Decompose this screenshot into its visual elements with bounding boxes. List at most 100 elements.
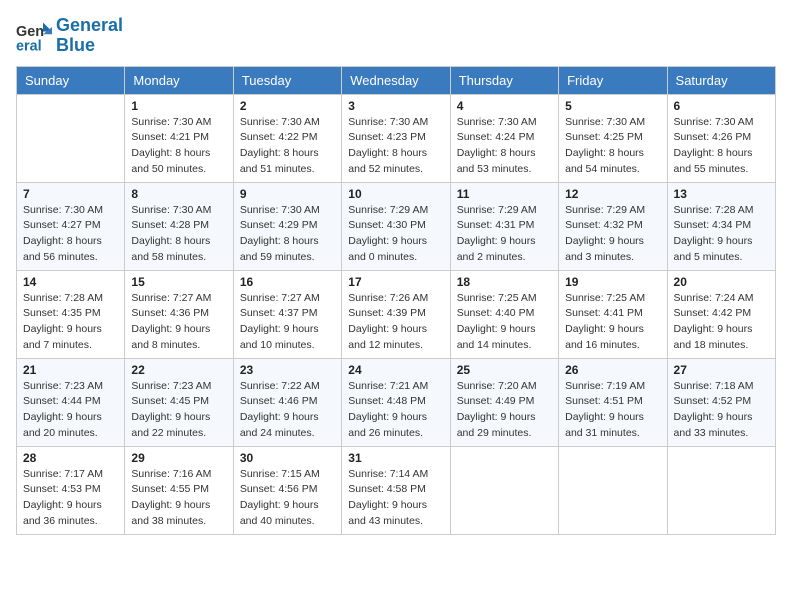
day-number: 8: [131, 187, 226, 201]
day-info: Sunrise: 7:20 AMSunset: 4:49 PMDaylight:…: [457, 379, 552, 442]
logo-icon: Gen eral: [16, 18, 52, 54]
calendar-cell: 19 Sunrise: 7:25 AMSunset: 4:41 PMDayligh…: [559, 270, 667, 358]
day-number: 27: [674, 363, 769, 377]
day-info: Sunrise: 7:28 AMSunset: 4:35 PMDaylight:…: [23, 291, 118, 354]
calendar-cell: 1 Sunrise: 7:30 AMSunset: 4:21 PMDaylight…: [125, 94, 233, 182]
day-number: 5: [565, 99, 660, 113]
day-number: 3: [348, 99, 443, 113]
day-info: Sunrise: 7:30 AMSunset: 4:23 PMDaylight:…: [348, 115, 443, 178]
day-info: Sunrise: 7:23 AMSunset: 4:45 PMDaylight:…: [131, 379, 226, 442]
day-info: Sunrise: 7:22 AMSunset: 4:46 PMDaylight:…: [240, 379, 335, 442]
calendar-week-row: 14 Sunrise: 7:28 AMSunset: 4:35 PMDayligh…: [17, 270, 776, 358]
calendar-week-row: 28 Sunrise: 7:17 AMSunset: 4:53 PMDayligh…: [17, 446, 776, 534]
day-info: Sunrise: 7:30 AMSunset: 4:22 PMDaylight:…: [240, 115, 335, 178]
calendar-cell: 9 Sunrise: 7:30 AMSunset: 4:29 PMDaylight…: [233, 182, 341, 270]
day-info: Sunrise: 7:30 AMSunset: 4:21 PMDaylight:…: [131, 115, 226, 178]
calendar-cell: 10 Sunrise: 7:29 AMSunset: 4:30 PMDayligh…: [342, 182, 450, 270]
weekday-header-monday: Monday: [125, 66, 233, 94]
day-number: 16: [240, 275, 335, 289]
calendar-cell: 14 Sunrise: 7:28 AMSunset: 4:35 PMDayligh…: [17, 270, 125, 358]
calendar-cell: 20 Sunrise: 7:24 AMSunset: 4:42 PMDayligh…: [667, 270, 775, 358]
calendar-table: SundayMondayTuesdayWednesdayThursdayFrid…: [16, 66, 776, 535]
day-info: Sunrise: 7:27 AMSunset: 4:36 PMDaylight:…: [131, 291, 226, 354]
day-info: Sunrise: 7:16 AMSunset: 4:55 PMDaylight:…: [131, 467, 226, 530]
calendar-cell: 28 Sunrise: 7:17 AMSunset: 4:53 PMDayligh…: [17, 446, 125, 534]
svg-text:eral: eral: [16, 38, 42, 54]
day-number: 10: [348, 187, 443, 201]
day-number: 23: [240, 363, 335, 377]
day-info: Sunrise: 7:29 AMSunset: 4:30 PMDaylight:…: [348, 203, 443, 266]
calendar-cell: 24Sunrise: 7:21 AMSunset: 4:48 PMDayligh…: [342, 358, 450, 446]
calendar-cell: 4Sunrise: 7:30 AMSunset: 4:24 PMDaylight…: [450, 94, 558, 182]
day-number: 9: [240, 187, 335, 201]
weekday-header-sunday: Sunday: [17, 66, 125, 94]
day-info: Sunrise: 7:23 AMSunset: 4:44 PMDaylight:…: [23, 379, 118, 442]
calendar-cell: [667, 446, 775, 534]
calendar-cell: 25 Sunrise: 7:20 AMSunset: 4:49 PMDayligh…: [450, 358, 558, 446]
day-number: 18: [457, 275, 552, 289]
day-number: 19: [565, 275, 660, 289]
calendar-cell: 12 Sunrise: 7:29 AMSunset: 4:32 PMDayligh…: [559, 182, 667, 270]
day-number: 13: [674, 187, 769, 201]
day-number: 26: [565, 363, 660, 377]
calendar-cell: [17, 94, 125, 182]
day-info: Sunrise: 7:17 AMSunset: 4:53 PMDaylight:…: [23, 467, 118, 530]
day-info: Sunrise: 7:24 AMSunset: 4:42 PMDaylight:…: [674, 291, 769, 354]
day-info: Sunrise: 7:30 AMSunset: 4:24 PMDaylight:…: [457, 115, 552, 178]
day-info: Sunrise: 7:25 AMSunset: 4:40 PMDaylight:…: [457, 291, 552, 354]
calendar-cell: 27Sunrise: 7:18 AMSunset: 4:52 PMDayligh…: [667, 358, 775, 446]
calendar-cell: 29 Sunrise: 7:16 AMSunset: 4:55 PMDayligh…: [125, 446, 233, 534]
calendar-cell: 2 Sunrise: 7:30 AMSunset: 4:22 PMDaylight…: [233, 94, 341, 182]
calendar-cell: [559, 446, 667, 534]
day-number: 11: [457, 187, 552, 201]
day-info: Sunrise: 7:30 AMSunset: 4:26 PMDaylight:…: [674, 115, 769, 178]
day-number: 20: [674, 275, 769, 289]
calendar-cell: 21 Sunrise: 7:23 AMSunset: 4:44 PMDayligh…: [17, 358, 125, 446]
day-number: 29: [131, 451, 226, 465]
calendar-cell: 18 Sunrise: 7:25 AMSunset: 4:40 PMDayligh…: [450, 270, 558, 358]
day-number: 17: [348, 275, 443, 289]
day-number: 25: [457, 363, 552, 377]
day-number: 6: [674, 99, 769, 113]
calendar-cell: 11 Sunrise: 7:29 AMSunset: 4:31 PMDayligh…: [450, 182, 558, 270]
day-number: 12: [565, 187, 660, 201]
day-number: 31: [348, 451, 443, 465]
day-number: 15: [131, 275, 226, 289]
day-number: 22: [131, 363, 226, 377]
weekday-header-wednesday: Wednesday: [342, 66, 450, 94]
day-info: Sunrise: 7:19 AMSunset: 4:51 PMDaylight:…: [565, 379, 660, 442]
day-info: Sunrise: 7:21 AMSunset: 4:48 PMDaylight:…: [348, 379, 443, 442]
day-number: 21: [23, 363, 118, 377]
day-info: Sunrise: 7:26 AMSunset: 4:39 PMDaylight:…: [348, 291, 443, 354]
calendar-week-row: 21 Sunrise: 7:23 AMSunset: 4:44 PMDayligh…: [17, 358, 776, 446]
calendar-cell: 31Sunrise: 7:14 AMSunset: 4:58 PMDayligh…: [342, 446, 450, 534]
calendar-cell: 17 Sunrise: 7:26 AMSunset: 4:39 PMDayligh…: [342, 270, 450, 358]
day-info: Sunrise: 7:30 AMSunset: 4:25 PMDaylight:…: [565, 115, 660, 178]
day-number: 30: [240, 451, 335, 465]
day-number: 7: [23, 187, 118, 201]
day-info: Sunrise: 7:25 AMSunset: 4:41 PMDaylight:…: [565, 291, 660, 354]
calendar-cell: 13 Sunrise: 7:28 AMSunset: 4:34 PMDayligh…: [667, 182, 775, 270]
day-info: Sunrise: 7:29 AMSunset: 4:31 PMDaylight:…: [457, 203, 552, 266]
day-info: Sunrise: 7:29 AMSunset: 4:32 PMDaylight:…: [565, 203, 660, 266]
calendar-cell: [450, 446, 558, 534]
weekday-header-thursday: Thursday: [450, 66, 558, 94]
day-number: 2: [240, 99, 335, 113]
page-header: Gen eral General Blue: [16, 16, 776, 56]
day-number: 28: [23, 451, 118, 465]
calendar-header-row: SundayMondayTuesdayWednesdayThursdayFrid…: [17, 66, 776, 94]
day-info: Sunrise: 7:30 AMSunset: 4:29 PMDaylight:…: [240, 203, 335, 266]
calendar-week-row: 7Sunrise: 7:30 AMSunset: 4:27 PMDaylight…: [17, 182, 776, 270]
weekday-header-friday: Friday: [559, 66, 667, 94]
calendar-cell: 8Sunrise: 7:30 AMSunset: 4:28 PMDaylight…: [125, 182, 233, 270]
calendar-week-row: 1 Sunrise: 7:30 AMSunset: 4:21 PMDaylight…: [17, 94, 776, 182]
day-info: Sunrise: 7:28 AMSunset: 4:34 PMDaylight:…: [674, 203, 769, 266]
calendar-cell: 3 Sunrise: 7:30 AMSunset: 4:23 PMDaylight…: [342, 94, 450, 182]
calendar-cell: 22 Sunrise: 7:23 AMSunset: 4:45 PMDayligh…: [125, 358, 233, 446]
calendar-cell: 16Sunrise: 7:27 AMSunset: 4:37 PMDayligh…: [233, 270, 341, 358]
logo-text: General Blue: [56, 16, 123, 56]
calendar-cell: 30Sunrise: 7:15 AMSunset: 4:56 PMDayligh…: [233, 446, 341, 534]
day-number: 1: [131, 99, 226, 113]
calendar-cell: 26 Sunrise: 7:19 AMSunset: 4:51 PMDayligh…: [559, 358, 667, 446]
day-number: 14: [23, 275, 118, 289]
